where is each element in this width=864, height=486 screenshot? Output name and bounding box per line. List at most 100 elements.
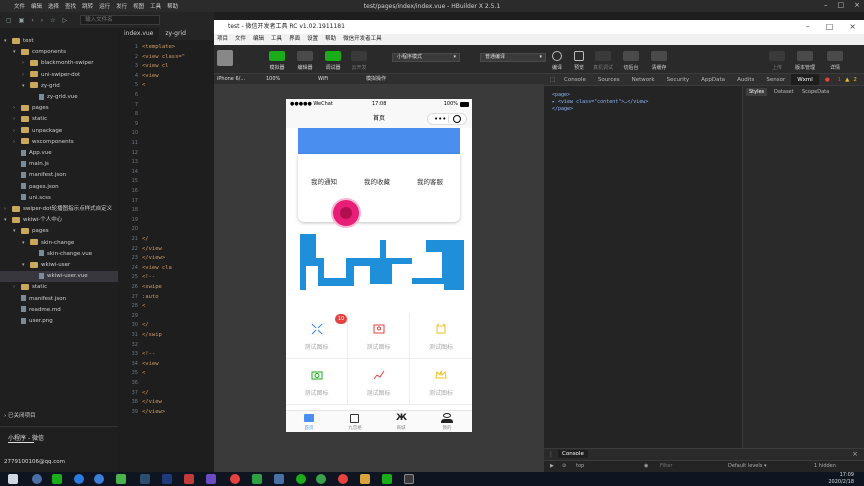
code-line[interactable]: </view (142, 399, 162, 405)
tab-mine[interactable]: 我的 (424, 411, 470, 433)
code-line[interactable]: <swipe (142, 284, 162, 290)
tree-item[interactable]: › unpackage (0, 126, 118, 137)
code-line[interactable]: <view class=" (142, 54, 185, 60)
windows-start-icon[interactable] (8, 474, 18, 484)
app-icon[interactable] (184, 474, 194, 484)
tree-item[interactable]: › static (0, 282, 118, 293)
code-line[interactable]: </view> (142, 255, 165, 261)
swiper-image[interactable] (294, 230, 470, 294)
devtools-icon[interactable] (382, 474, 392, 484)
grid-item-4[interactable]: 测试图标 (286, 359, 348, 405)
floating-ball[interactable] (333, 200, 359, 226)
hbuilder-icon[interactable] (252, 474, 262, 484)
dt-menu-wechat[interactable]: 微信开发者工具 (343, 34, 382, 45)
app-icon[interactable] (230, 474, 240, 484)
tree-item[interactable]: manifest.json (0, 170, 118, 181)
minimize-icon[interactable]: – (824, 1, 828, 9)
clear-cache-button[interactable]: 清缓存 (646, 51, 672, 71)
code-line[interactable]: <view (142, 361, 159, 367)
wechat-icon[interactable] (52, 474, 62, 484)
tab-mall[interactable]: Ж 商城 (378, 411, 424, 433)
dt-menu-file[interactable]: 文件 (235, 34, 246, 45)
log-levels-select[interactable]: Default levels ▾ (728, 463, 766, 469)
tree-item[interactable]: › wxcomponents (0, 137, 118, 148)
close-miniprogram-icon[interactable] (453, 115, 461, 123)
mode-select[interactable]: 小程序模式 ▾ (392, 53, 460, 62)
tree-item[interactable]: manifest.json (0, 294, 118, 305)
upload-button[interactable]: 上传 (764, 51, 790, 71)
code-line[interactable]: <template> (142, 44, 175, 50)
forward-icon[interactable]: › (41, 17, 43, 24)
code-line[interactable]: <view cl (142, 63, 169, 69)
app-icon[interactable] (206, 474, 216, 484)
context-select[interactable]: top (576, 463, 584, 469)
preview-button[interactable]: 预览 (566, 51, 592, 71)
tree-item[interactable]: zy-grid.vue (0, 92, 118, 103)
tree-item[interactable]: › pages (0, 103, 118, 114)
grid-item-3[interactable]: 测试图标 (410, 313, 472, 359)
console-tab[interactable]: Console (558, 450, 588, 458)
minimize-icon[interactable]: – (806, 20, 810, 34)
tab-zy-grid[interactable]: zy-grid (159, 28, 192, 40)
avatar[interactable] (217, 50, 233, 66)
tree-item[interactable]: pages.json (0, 182, 118, 193)
search-icon[interactable] (32, 474, 42, 484)
code-line[interactable]: <view (142, 73, 159, 79)
editor-button[interactable]: 编辑器 (292, 51, 318, 71)
account-label[interactable]: 2779100106@qq.com (4, 459, 65, 465)
block-icon[interactable]: ⊘ (562, 463, 566, 469)
grid-item-2[interactable]: 测试图标 (348, 313, 410, 359)
dt-menu-project[interactable]: 项目 (217, 34, 228, 45)
tab-grid[interactable]: 九宫格 (332, 411, 378, 433)
tree-item[interactable]: ▾ zy-grid (0, 81, 118, 92)
code-line[interactable]: </swip (142, 332, 162, 338)
grid-item-6[interactable]: 测试图标 (410, 359, 472, 405)
folder-icon[interactable] (360, 474, 370, 484)
tab-appdata[interactable]: AppData (695, 74, 731, 85)
card-link-notifications[interactable]: 我的通知 (311, 176, 337, 186)
dt-menu-edit[interactable]: 编辑 (253, 34, 264, 45)
app-icon[interactable] (140, 474, 150, 484)
tree-item[interactable]: skin-change.vue (0, 249, 118, 260)
app-icon[interactable] (338, 474, 348, 484)
photoshop-icon[interactable] (162, 474, 172, 484)
wechat-icon[interactable] (296, 474, 306, 484)
tree-item[interactable]: user.png (0, 316, 118, 327)
more-vertical-icon[interactable]: ⋮ (548, 451, 554, 458)
star-icon[interactable]: ☆ (50, 17, 55, 24)
details-button[interactable]: 详情 (822, 51, 848, 71)
closed-projects[interactable]: › 已关闭项目 (0, 411, 118, 422)
tab-styles[interactable]: Styles (746, 88, 768, 96)
code-line[interactable]: </view> (142, 409, 165, 415)
card-link-favorites[interactable]: 我的收藏 (364, 176, 390, 186)
miniprogram-capsule[interactable]: ••• (427, 113, 467, 125)
tab-home[interactable]: 首页 (286, 411, 332, 433)
device-select[interactable]: iPhone 6/... (217, 74, 245, 85)
code-line[interactable]: </ (142, 390, 149, 396)
chrome-icon[interactable] (316, 474, 326, 484)
card-link-service[interactable]: 我的客服 (417, 176, 443, 186)
debugger-button[interactable]: 调试器 (320, 51, 346, 71)
footer-tab-miniprogram[interactable]: 小程序 - 微信 (8, 433, 44, 442)
tab-network[interactable]: Network (626, 74, 661, 85)
file-search-input[interactable]: 输入文件名 (80, 15, 161, 25)
background-button[interactable]: 切后台 (618, 51, 644, 71)
error-icon[interactable]: ● (819, 74, 836, 85)
maximize-icon[interactable]: □ (826, 20, 834, 34)
dt-menu-view[interactable]: 界面 (289, 34, 300, 45)
tab-wxml[interactable]: Wxml (791, 74, 819, 85)
close-icon[interactable]: × (849, 20, 856, 34)
tab-scopedata[interactable]: ScopeData (799, 88, 832, 96)
save-icon[interactable]: ▣ (19, 17, 25, 24)
real-debug-button[interactable]: 真机调试 (590, 51, 616, 71)
code-line[interactable]: < (142, 370, 145, 376)
dt-menu-tools[interactable]: 工具 (271, 34, 282, 45)
tree-item[interactable]: ▾ wkiwi-个人中心 (0, 215, 118, 226)
tree-item[interactable]: wkiwi-user.vue (0, 271, 118, 283)
tree-item[interactable]: main.js (0, 159, 118, 170)
back-icon[interactable]: ‹ (31, 17, 33, 24)
inspect-icon[interactable]: ⬚ (544, 74, 558, 85)
code-line[interactable]: </view (142, 246, 162, 252)
tree-item[interactable]: ▾ test (0, 36, 118, 47)
code-line[interactable]: :auto (142, 294, 159, 300)
